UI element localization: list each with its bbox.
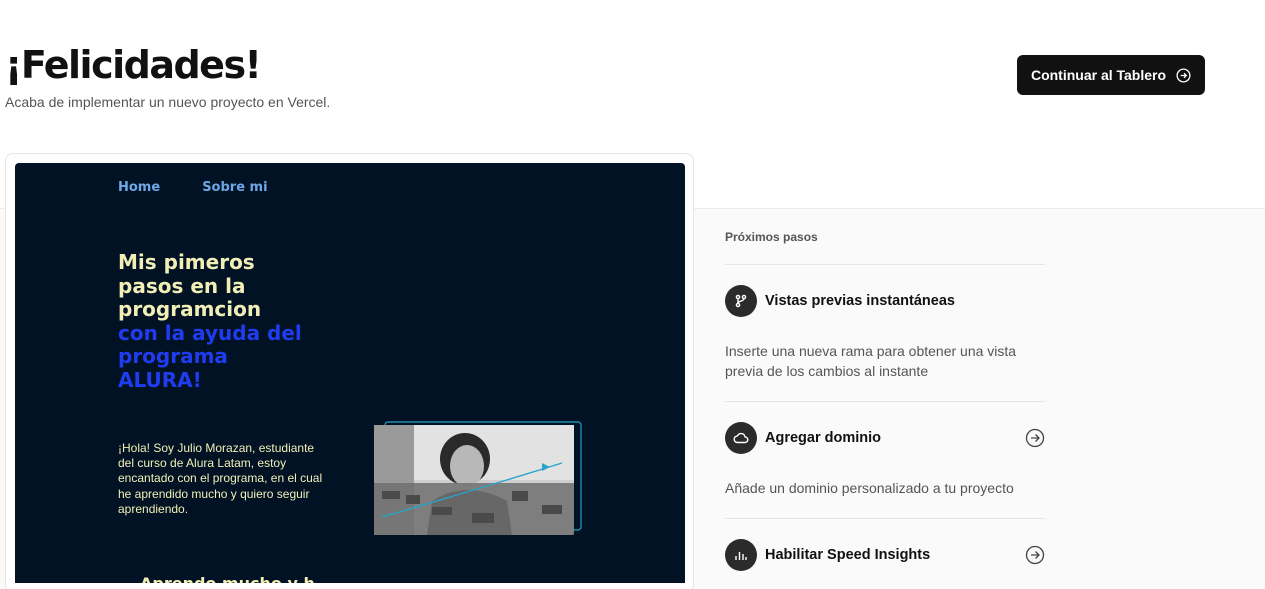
step-instant-previews[interactable]: Vistas previas instantáneas Inserte una … <box>725 284 1045 402</box>
arrow-right-circle-icon <box>1176 67 1191 83</box>
hero-title-line: Mis pimeros <box>118 250 255 274</box>
preview-section-heading-partial: Aprendo mucho y h <box>140 574 315 583</box>
step-speed-insights[interactable]: Habilitar Speed Insights <box>725 538 1045 572</box>
portrait-photo <box>374 421 582 535</box>
hero-title-line: pasos en la <box>118 273 246 298</box>
page-title: ¡Felicidades! <box>5 43 262 87</box>
step-title: Habilitar Speed Insights <box>765 547 931 563</box>
step-add-domain[interactable]: Agregar dominio Añade un dominio persona… <box>725 421 1045 519</box>
arrow-right-circle-icon[interactable] <box>1025 428 1045 448</box>
hero-title-line: programa <box>118 344 228 368</box>
bar-chart-icon <box>725 539 757 571</box>
git-branch-icon <box>725 285 757 317</box>
cloud-icon <box>725 422 757 454</box>
arrow-right-circle-icon[interactable] <box>1025 545 1045 565</box>
page-header: ¡Felicidades! Acaba de implementar un nu… <box>5 40 330 110</box>
preview-site-nav: Home Sobre mi <box>118 180 268 195</box>
continue-to-dashboard-button[interactable]: Continuar al Tablero <box>1017 55 1205 95</box>
preview-nav-about: Sobre mi <box>202 180 268 195</box>
step-title: Agregar dominio <box>765 430 882 446</box>
step-description: Inserte una nueva rama para obtener una … <box>725 343 1017 379</box>
hero-title-line: ALURA! <box>118 367 202 392</box>
deployment-preview-card[interactable]: Home Sobre mi Mis pimeros pasos en la pr… <box>5 153 694 589</box>
hero-title-line: con la ayuda del <box>118 320 302 345</box>
deployment-screenshot[interactable]: Home Sobre mi Mis pimeros pasos en la pr… <box>15 163 685 583</box>
next-steps-panel: Próximos pasos Vistas previas instantáne… <box>725 228 1045 572</box>
step-description: Añade un dominio personalizado a tu proy… <box>725 480 1014 496</box>
step-title: Vistas previas instantáneas <box>765 293 955 309</box>
preview-hero-text: ¡Hola! Soy Julio Morazan, estudiante del… <box>118 441 323 516</box>
hero-title-line: programcion <box>118 297 262 321</box>
page-subtitle: Acaba de implementar un nuevo proyecto e… <box>5 94 331 110</box>
preview-hero-title: Mis pimeros pasos en la programcion con … <box>118 250 338 392</box>
preview-nav-home: Home <box>118 180 161 195</box>
next-steps-title: Próximos pasos <box>725 228 1045 265</box>
continue-button-label: Continuar al Tablero <box>1030 67 1167 83</box>
